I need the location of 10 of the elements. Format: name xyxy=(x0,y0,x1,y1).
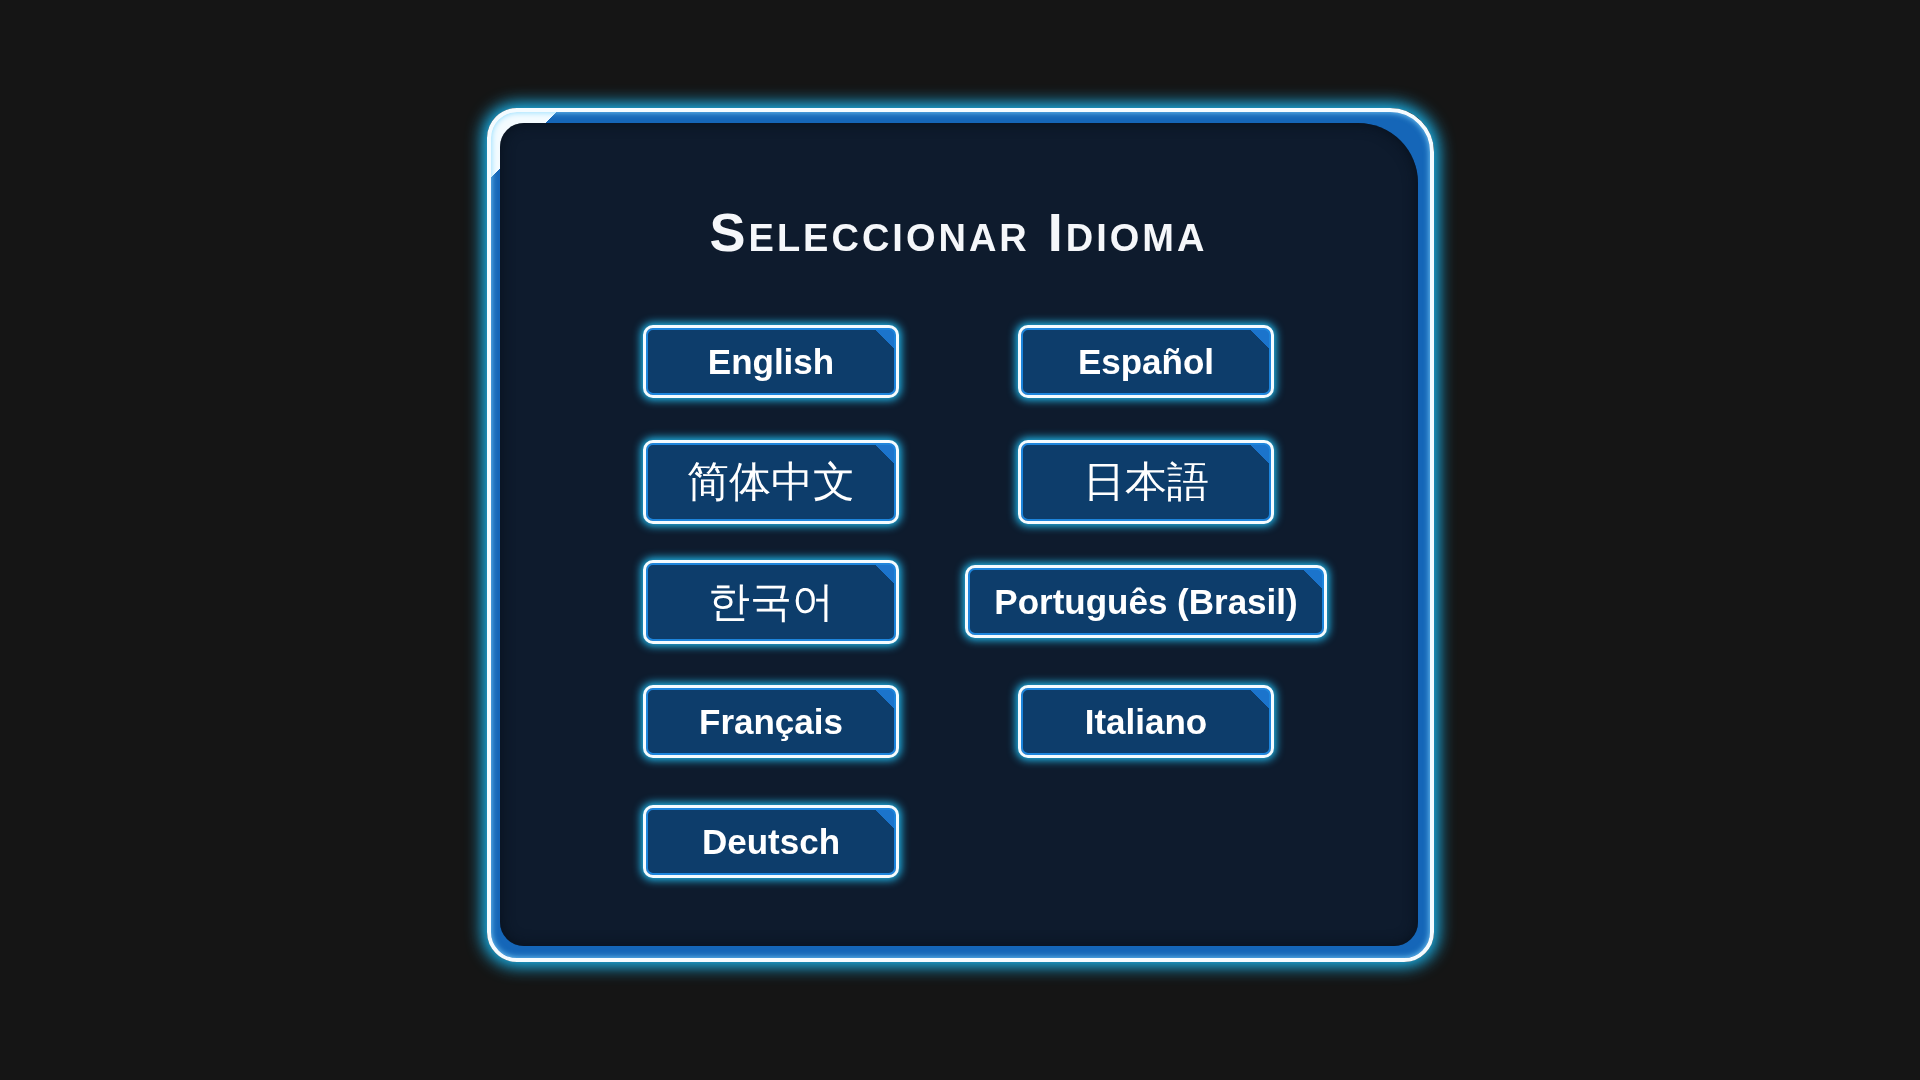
language-button[interactable]: Français xyxy=(643,685,899,759)
language-button[interactable]: 简体中文 xyxy=(643,439,899,524)
language-button[interactable]: 한국어 xyxy=(643,559,899,644)
dialog-title: Seleccionar Idioma xyxy=(708,201,1209,264)
language-button[interactable]: English xyxy=(643,325,899,399)
language-button[interactable]: Español xyxy=(1018,325,1274,399)
language-button[interactable]: 日本語 xyxy=(1018,439,1274,524)
language-button[interactable]: Português (Brasil) xyxy=(965,565,1327,639)
language-button[interactable]: Deutsch xyxy=(643,805,899,879)
language-button[interactable]: Italiano xyxy=(1018,685,1274,759)
